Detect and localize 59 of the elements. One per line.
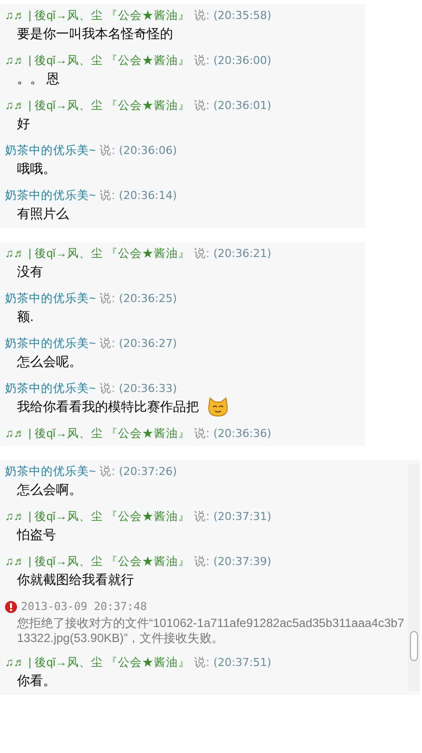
sender-name: ♫♬ | 後qǐ→风、尘 『公会★酱油』 [5, 98, 190, 114]
message-text: 有照片么 [17, 205, 69, 224]
sender-name: ♫♬ | 後qǐ→风、尘 『公会★酱油』 [5, 554, 190, 570]
sender-name: ♫♬ | 後qǐ→风、尘 『公会★酱油』 [5, 246, 190, 262]
sender-name: 奶茶中的优乐美~ [5, 143, 96, 159]
message-text: 你就截图给我看就行 [17, 571, 134, 590]
says-label: 说: [100, 144, 115, 159]
message-time: (20:37:39) [213, 554, 272, 570]
scrollbar[interactable] [408, 464, 420, 690]
sender-name: ♫♬ | 後qǐ→风、尘 『公会★酱油』 [5, 510, 190, 525]
message-time: (20:36:21) [213, 246, 272, 262]
says-label: 说: [194, 54, 210, 69]
sender-name: 奶茶中的优乐美~ [5, 381, 96, 397]
message-text: 我给你看看我的模特比赛作品把 [17, 398, 199, 416]
system-message: 您拒绝了接收对方的文件“101062-1a711afe91282ac5ad35b311aaa4c3b713322.jpg(53.90KB)”，文件接收失败。 [16, 616, 406, 646]
says-label: 说: [100, 292, 115, 307]
message-time: (20:37:26) [118, 464, 177, 480]
message-text: 没有 [17, 263, 43, 282]
sender-name: 奶茶中的优乐美~ [5, 464, 96, 480]
message-text: 你看。 [17, 672, 56, 690]
message-text: 额. [17, 308, 34, 326]
says-label: 说: [194, 8, 210, 24]
system-time: 2013-03-09 20:37:48 [21, 599, 147, 615]
message-time: (20:37:31) [213, 509, 272, 525]
message-time: (20:36:00) [213, 53, 272, 69]
message-text: 。。 恩 [17, 70, 60, 88]
says-label: 说: [100, 188, 115, 204]
says-label: 说: [194, 554, 210, 570]
message-time: (20:36:36) [213, 426, 272, 442]
sender-name: ♫♬ | 後qǐ→风、尘 『公会★酱油』 [5, 54, 190, 69]
error-icon [5, 601, 17, 614]
message-time: (20:36:25) [118, 291, 177, 307]
message-time: (20:37:51) [213, 654, 272, 670]
sender-name: 奶茶中的优乐美~ [5, 291, 96, 307]
says-label: 说: [194, 98, 210, 114]
says-label: 说: [100, 382, 115, 397]
message-time: (20:36:27) [118, 336, 177, 352]
message-time: (20:36:33) [118, 381, 177, 397]
says-label: 说: [194, 656, 210, 670]
says-label: 说: [194, 510, 210, 525]
message-time: (20:35:58) [213, 8, 272, 24]
message-time: (20:36:14) [118, 188, 177, 204]
says-label: 说: [194, 426, 210, 442]
sender-name: 奶茶中的优乐美~ [5, 188, 96, 204]
message-text: 怎么会呢。 [17, 353, 82, 372]
says-label: 说: [100, 336, 115, 352]
message-time: (20:36:06) [118, 143, 177, 159]
message-text: 哦哦。 [17, 160, 56, 178]
says-label: 说: [100, 464, 115, 480]
sender-name: ♫♬ | 後qǐ→风、尘 『公会★酱油』 [5, 426, 190, 442]
message-text: 怕盗号 [17, 526, 56, 544]
says-label: 说: [194, 246, 210, 262]
message-text: 怎么会啊。 [17, 481, 82, 500]
sender-name: 奶茶中的优乐美~ [5, 336, 96, 352]
message-text: 好 [17, 115, 30, 134]
sender-name: ♫♬ | 後qǐ→风、尘 『公会★酱油』 [5, 8, 190, 24]
sender-name: ♫♬ | 後qǐ→风、尘 『公会★酱油』 [5, 656, 190, 670]
message-time: (20:36:01) [213, 98, 272, 114]
message-text: 要是你一叫我本名怪奇怪的 [17, 25, 173, 44]
